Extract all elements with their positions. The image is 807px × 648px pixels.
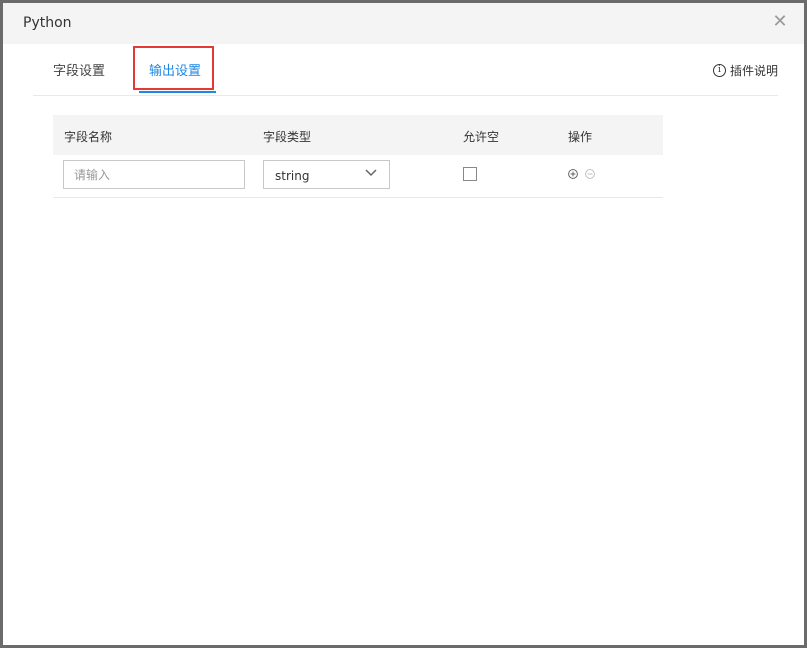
output-fields-table: 字段名称 字段类型 允许空 操作 string [53, 115, 663, 198]
table-row: string [53, 155, 663, 198]
field-name-input[interactable] [63, 160, 245, 189]
tab-bar: 字段设置 输出设置 i 插件说明 [33, 44, 778, 96]
nullable-checkbox[interactable] [463, 167, 477, 181]
python-dialog: Python ✕ 字段设置 输出设置 i 插件说明 字段名称 字段类型 允许空 … [0, 0, 807, 648]
plugin-help-link[interactable]: i 插件说明 [712, 62, 778, 79]
info-icon: i [712, 64, 726, 77]
tab-field-settings[interactable]: 字段设置 [53, 60, 105, 79]
chevron-down-icon [365, 169, 377, 177]
highlight-box [133, 46, 214, 90]
remove-icon[interactable] [585, 169, 595, 179]
active-tab-indicator [139, 91, 216, 93]
field-type-select[interactable]: string [263, 160, 390, 189]
plugin-help-label: 插件说明 [729, 64, 778, 78]
field-type-value: string [275, 169, 310, 183]
dialog-title: Python [23, 15, 72, 31]
close-icon[interactable]: ✕ [770, 12, 790, 32]
column-header-field-type: 字段类型 [263, 130, 312, 144]
table-header: 字段名称 字段类型 允许空 操作 [53, 115, 663, 155]
column-header-nullable: 允许空 [463, 130, 500, 144]
dialog-titlebar: Python ✕ [3, 3, 804, 44]
column-header-actions: 操作 [568, 130, 593, 144]
column-header-field-name: 字段名称 [64, 130, 113, 144]
add-icon[interactable] [568, 169, 578, 179]
